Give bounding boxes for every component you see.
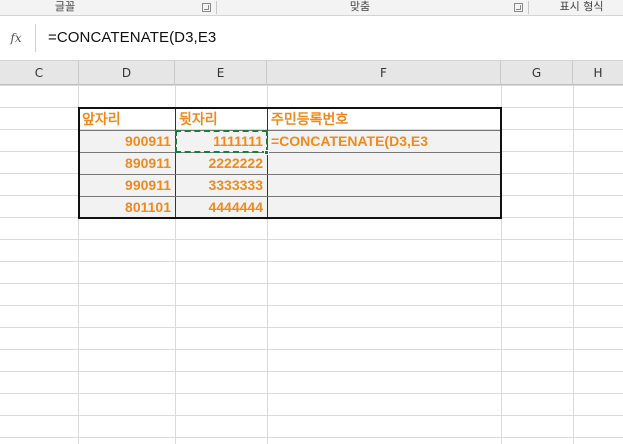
- column-header-row: C D E F G H: [0, 61, 623, 85]
- column-header-c[interactable]: C: [0, 61, 79, 85]
- ribbon-separator: [216, 1, 217, 14]
- formula-bar-separator: [35, 24, 36, 52]
- table-outline: [78, 107, 502, 219]
- formula-bar: fx =CONCATENATE(D3,E3: [0, 16, 623, 61]
- ribbon-group-font: 글꼴: [54, 0, 76, 13]
- ribbon-separator: [528, 1, 529, 14]
- formula-input[interactable]: =CONCATENATE(D3,E3: [48, 29, 216, 46]
- ribbon-group-alignment: 맞춤: [349, 0, 371, 13]
- ribbon-group-labels: 글꼴 맞춤 표시 형식: [0, 0, 623, 16]
- reference-marquee: [175, 130, 268, 153]
- ribbon-group-number-format: 표시 형식: [559, 0, 604, 13]
- column-header-g[interactable]: G: [501, 61, 573, 85]
- column-header-d[interactable]: D: [79, 61, 175, 85]
- column-header-e[interactable]: E: [175, 61, 267, 85]
- alignment-dialog-launcher-icon[interactable]: [514, 3, 523, 12]
- fill-handle[interactable]: [264, 150, 269, 155]
- font-dialog-launcher-icon[interactable]: [202, 3, 211, 12]
- fx-icon[interactable]: fx: [4, 27, 28, 49]
- column-header-f[interactable]: F: [267, 61, 501, 85]
- column-header-h[interactable]: H: [573, 61, 623, 85]
